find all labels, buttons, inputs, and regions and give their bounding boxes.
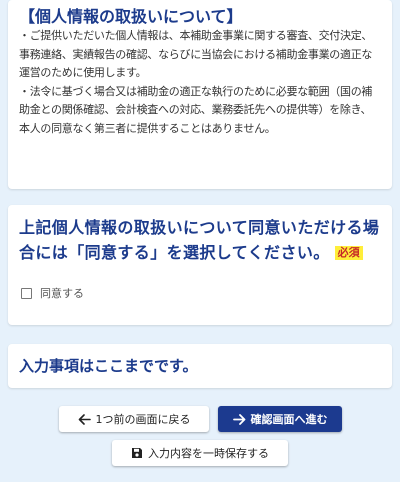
privacy-policy-title: 【個人情報の取扱いについて】 — [19, 7, 243, 26]
consent-question: 上記個人情報の取扱いについて同意いただける場合には「同意する」を選択してください… — [19, 205, 381, 265]
consent-question-text: 上記個人情報の取扱いについて同意いただける場合には「同意する」を選択してください… — [19, 218, 380, 262]
next-button[interactable]: 確認画面へ進む — [218, 406, 342, 432]
privacy-policy-card: 【個人情報の取扱いについて】 ・ご提供いただいた個人情報は、本補助金事業に関する… — [8, 0, 392, 189]
privacy-policy-paragraph-usage: ・ご提供いただいた個人情報は、本補助金事業に関する審査、交付決定、事務連絡、実績… — [19, 29, 373, 80]
required-badge: 必須 — [334, 246, 363, 260]
arrow-left-icon — [78, 413, 91, 425]
consent-card: 上記個人情報の取扱いについて同意いただける場合には「同意する」を選択してください… — [8, 205, 392, 325]
end-of-input-card: 入力事項はここまでです。 — [8, 344, 392, 388]
floppy-disk-icon — [132, 448, 142, 458]
privacy-policy-paragraph-third-party: ・法令に基づく場合又は補助金の適正な執行のために必要な範囲（国の補助金との関係確… — [19, 84, 373, 135]
back-button-label: 1つ前の画面に戻る — [95, 413, 191, 426]
arrow-right-icon — [232, 413, 245, 425]
back-button[interactable]: 1つ前の画面に戻る — [59, 406, 209, 432]
save-draft-button[interactable]: 入力内容を一時保存する — [112, 440, 288, 466]
consent-checkbox-row[interactable]: 同意する — [21, 285, 84, 301]
consent-checkbox-label[interactable]: 同意する — [40, 285, 84, 301]
save-draft-button-label: 入力内容を一時保存する — [148, 447, 269, 460]
end-of-input-notice: 入力事項はここまでです。 — [19, 357, 198, 375]
next-button-label: 確認画面へ進む — [250, 413, 328, 426]
consent-checkbox[interactable] — [21, 287, 32, 299]
